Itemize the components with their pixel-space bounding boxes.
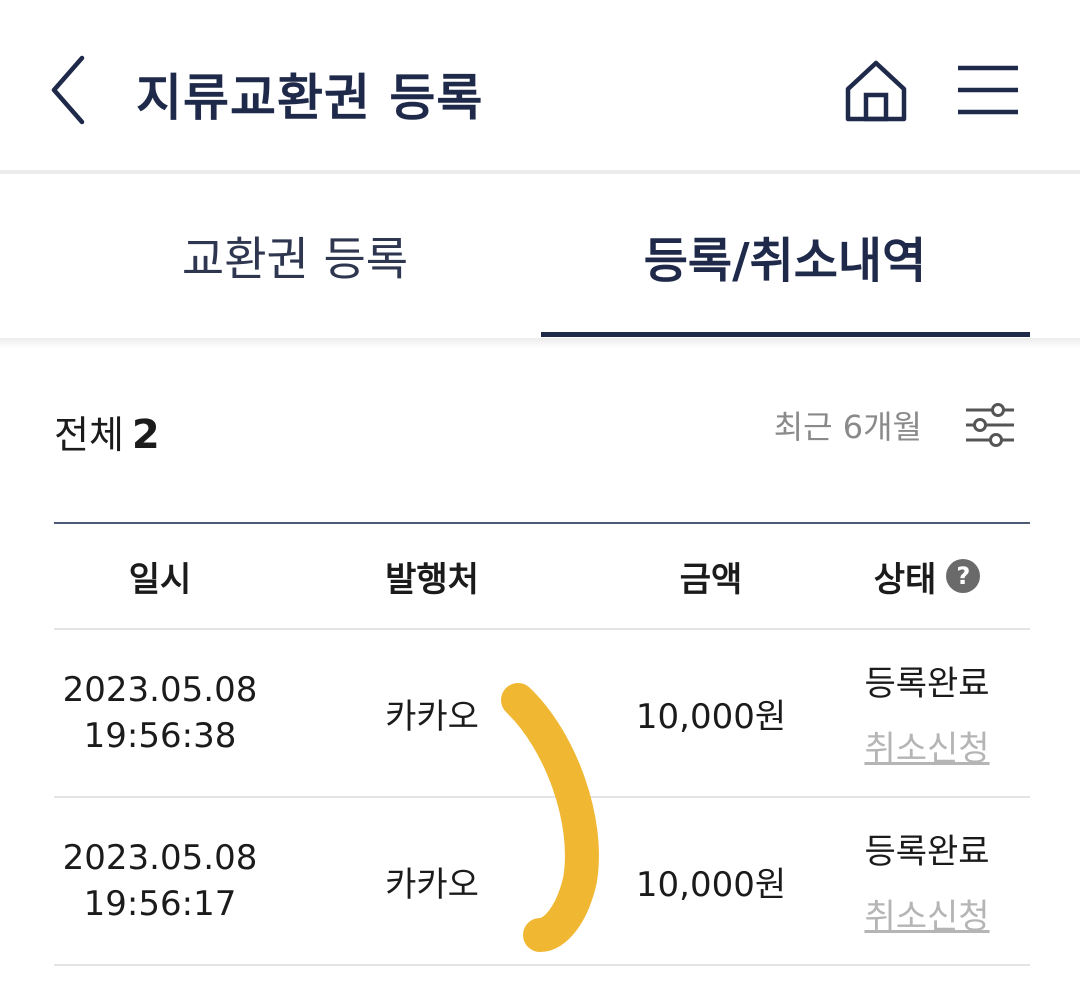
row-amount: 10,000원 xyxy=(635,696,787,737)
row-datetime: 2023.05.08 19:56:38 xyxy=(54,667,266,759)
row-issuer: 카카오 xyxy=(385,696,479,737)
table-header: 일시 발행처 금액 상태 ? xyxy=(54,524,1030,630)
active-tab-indicator xyxy=(541,332,1030,337)
filter-button[interactable] xyxy=(962,400,1018,450)
status-text: 등록완료 xyxy=(864,832,990,872)
home-button[interactable] xyxy=(840,55,912,125)
row-time: 19:56:38 xyxy=(83,716,237,756)
row-date: 2023.05.08 xyxy=(62,670,258,710)
tab-register-cancel-history[interactable]: 등록/취소내역 xyxy=(540,174,1030,338)
column-header-amount: 금액 xyxy=(679,559,743,600)
hamburger-menu-icon xyxy=(958,65,1018,115)
column-header-issuer: 발행처 xyxy=(385,559,479,600)
back-button[interactable] xyxy=(40,50,100,130)
row-datetime: 2023.05.08 19:56:17 xyxy=(54,835,266,927)
column-header-status: 상태 ? xyxy=(824,552,1030,601)
column-header-datetime: 일시 xyxy=(128,559,192,600)
period-label: 최근 6개월 xyxy=(773,408,922,446)
column-header-status-label: 상태 xyxy=(873,559,937,600)
chevron-left-icon xyxy=(51,55,85,125)
tab-voucher-register[interactable]: 교환권 등록 xyxy=(50,174,540,338)
page-title: 지류교환권 등록 xyxy=(136,69,484,127)
question-circle-icon[interactable]: ? xyxy=(946,559,981,593)
filter-sliders-icon xyxy=(966,403,1014,447)
tab-bar: 교환권 등록 등록/취소내역 xyxy=(0,174,1080,338)
row-date: 2023.05.08 xyxy=(62,838,258,878)
row-status: 등록완료 취소신청 xyxy=(824,824,1030,938)
row-time: 19:56:17 xyxy=(83,884,237,924)
row-status: 등록완료 취소신청 xyxy=(824,656,1030,770)
cancel-request-link[interactable]: 취소신청 xyxy=(864,721,989,770)
menu-button[interactable] xyxy=(952,60,1022,120)
row-issuer: 카카오 xyxy=(385,864,479,905)
total-count: 2 xyxy=(131,412,160,458)
total-summary: 전체 2 xyxy=(54,404,160,459)
home-icon xyxy=(845,60,907,122)
total-label: 전체 xyxy=(54,413,124,457)
tab-bar-shadow xyxy=(0,338,1080,348)
table-row: 2023.05.08 19:56:38 카카오 10,000원 등록완료 취소신… xyxy=(54,630,1030,798)
app-header: 지류교환권 등록 xyxy=(0,0,1080,174)
table-row: 2023.05.08 19:56:17 카카오 10,000원 등록완료 취소신… xyxy=(54,798,1030,966)
cancel-request-link[interactable]: 취소신청 xyxy=(864,889,989,938)
row-amount: 10,000원 xyxy=(635,864,787,905)
status-text: 등록완료 xyxy=(864,664,990,704)
history-table: 일시 발행처 금액 상태 ? 2023.05.08 19:56:38 카카오 1… xyxy=(54,522,1030,966)
